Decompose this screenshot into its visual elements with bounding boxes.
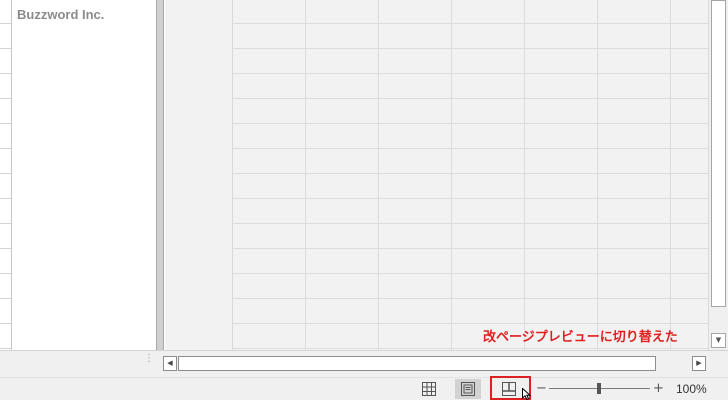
annotation-label: 改ページプレビューに切り替えた (483, 330, 678, 345)
normal-view-button[interactable] (416, 379, 442, 399)
row-headers[interactable] (0, 0, 12, 350)
horizontal-scroll-row: ⋮ ◀ ▶ (0, 350, 728, 377)
zoom-level[interactable]: 100% (676, 381, 707, 397)
mouse-cursor-icon (522, 388, 532, 400)
scroll-down-button[interactable]: ▼ (711, 333, 726, 348)
vertical-scroll-thumb[interactable] (711, 0, 726, 307)
print-page-area[interactable] (13, 0, 156, 350)
vertical-scrollbar[interactable]: ▼ (708, 0, 728, 350)
cell-grid[interactable] (233, 0, 708, 350)
normal-view-icon (422, 382, 436, 396)
page-layout-icon (461, 382, 475, 396)
worksheet-area[interactable]: Buzzword Inc. (0, 0, 708, 350)
status-bar: − + 100% (0, 377, 728, 400)
zoom-in-button[interactable]: + (653, 380, 664, 398)
split-grip-icon[interactable]: ⋮ (144, 354, 154, 364)
company-name-cell[interactable]: Buzzword Inc. (17, 7, 104, 22)
page-break-line[interactable] (156, 0, 164, 350)
outside-print-area[interactable] (165, 0, 708, 350)
zoom-slider-thumb[interactable] (597, 383, 601, 394)
horizontal-scroll-thumb[interactable] (178, 356, 656, 371)
scroll-right-button[interactable]: ▶ (692, 356, 706, 371)
scroll-left-button[interactable]: ◀ (163, 356, 177, 371)
zoom-out-button[interactable]: − (536, 380, 547, 398)
page-layout-view-button[interactable] (455, 379, 481, 399)
